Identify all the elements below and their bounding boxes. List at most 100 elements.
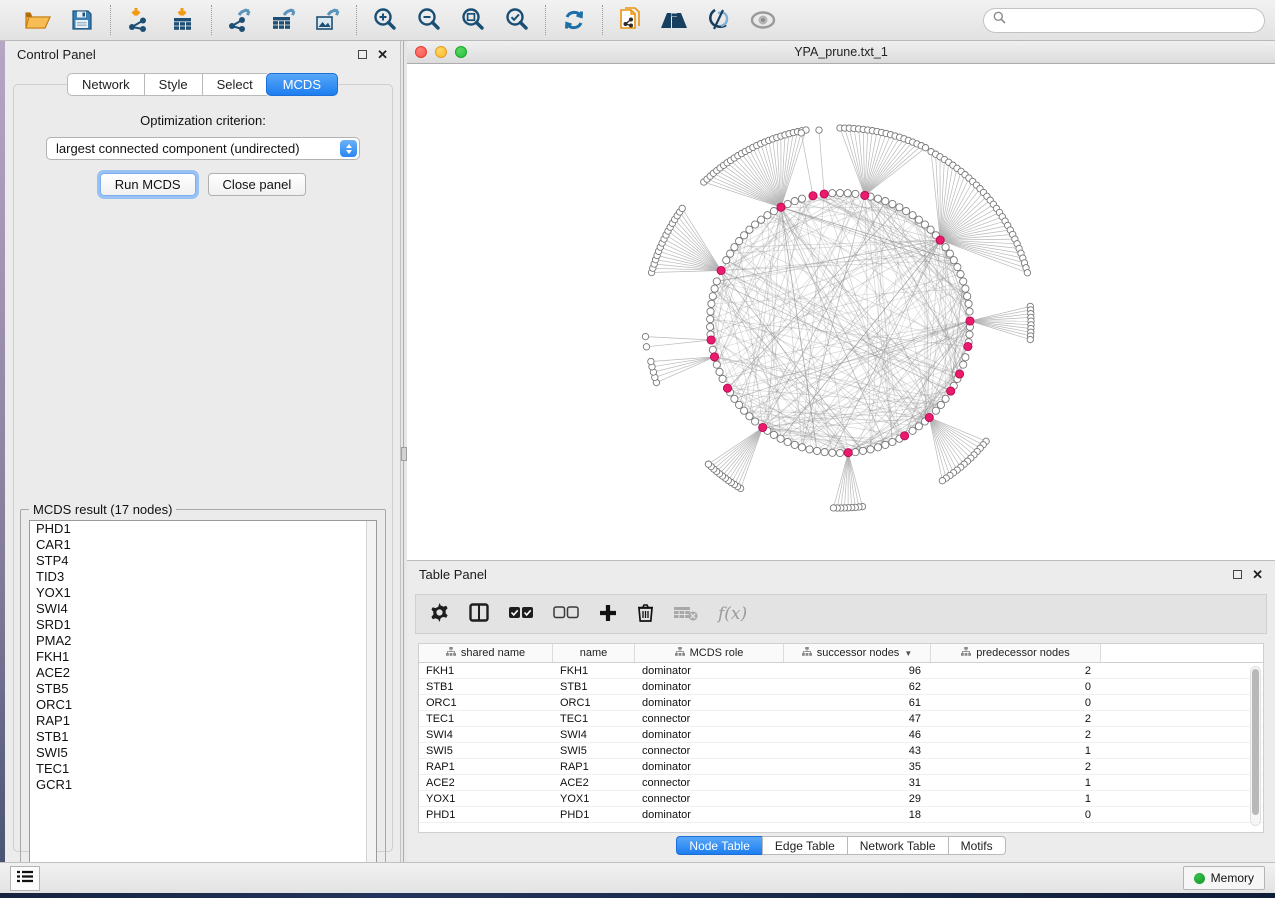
tab-network-table[interactable]: Network Table [847, 836, 948, 855]
network-node[interactable] [679, 205, 685, 211]
cell-name[interactable]: TEC1 [553, 711, 635, 726]
cell-mcds_role[interactable]: dominator [635, 679, 784, 694]
export-network-button[interactable] [224, 4, 256, 36]
cell-mcds_role[interactable]: connector [635, 743, 784, 758]
export-table-button[interactable] [268, 4, 300, 36]
mcds-result-item[interactable]: STB1 [30, 729, 376, 745]
zoom-fit-button[interactable] [457, 4, 489, 36]
cell-predecessor_nodes[interactable]: 2 [931, 663, 1101, 678]
cell-predecessor_nodes[interactable]: 1 [931, 791, 1101, 806]
cell-successor_nodes[interactable]: 96 [784, 663, 931, 678]
network-node[interactable] [889, 438, 896, 445]
mcds-result-item[interactable]: SWI4 [30, 601, 376, 617]
network-node[interactable] [1027, 336, 1033, 342]
network-node[interactable] [727, 250, 734, 257]
cell-predecessor_nodes[interactable]: 0 [931, 807, 1101, 822]
network-node[interactable] [882, 441, 889, 448]
network-node[interactable] [829, 190, 836, 197]
close-table-panel-icon[interactable]: ✕ [1252, 568, 1263, 581]
network-node[interactable] [962, 354, 969, 361]
function-builder-button[interactable]: f(x) [718, 602, 747, 626]
cell-shared_name[interactable]: TEC1 [419, 711, 553, 726]
cell-mcds_role[interactable]: dominator [635, 663, 784, 678]
hide-style-button[interactable] [703, 4, 735, 36]
network-node[interactable] [791, 441, 798, 448]
network-node[interactable] [852, 190, 859, 197]
mcds-hub-node[interactable] [966, 317, 974, 325]
mcds-hub-node[interactable] [809, 192, 817, 200]
deselect-all-rows-button[interactable] [553, 602, 579, 626]
mcds-result-item[interactable]: ACE2 [30, 665, 376, 681]
table-row[interactable]: SWI4SWI4dominator462 [419, 727, 1263, 743]
network-node[interactable] [707, 323, 714, 330]
network-node[interactable] [829, 449, 836, 456]
network-node[interactable] [932, 407, 939, 414]
cell-shared_name[interactable]: FKH1 [419, 663, 553, 678]
network-node[interactable] [642, 333, 648, 339]
mcds-hub-node[interactable] [717, 266, 725, 274]
zoom-out-button[interactable] [413, 4, 445, 36]
mcds-hub-node[interactable] [936, 236, 944, 244]
cell-successor_nodes[interactable]: 29 [784, 791, 931, 806]
network-node[interactable] [784, 438, 791, 445]
delete-column-button[interactable] [637, 602, 654, 626]
table-row[interactable]: FKH1FKH1dominator962 [419, 663, 1263, 679]
network-node[interactable] [966, 331, 973, 338]
network-node[interactable] [960, 361, 967, 368]
mcds-hub-node[interactable] [844, 449, 852, 457]
network-node[interactable] [770, 208, 777, 215]
network-node[interactable] [813, 447, 820, 454]
network-node[interactable] [960, 278, 967, 285]
float-table-panel-icon[interactable] [1233, 570, 1242, 579]
cell-name[interactable]: STB1 [553, 679, 635, 694]
mcds-hub-node[interactable] [925, 413, 933, 421]
create-column-button[interactable] [599, 602, 617, 626]
mcds-result-item[interactable]: TEC1 [30, 761, 376, 777]
network-node[interactable] [746, 413, 753, 420]
mcds-result-item[interactable]: FKH1 [30, 649, 376, 665]
select-all-rows-button[interactable] [509, 602, 533, 626]
network-node[interactable] [942, 395, 949, 402]
mcds-result-item[interactable]: STB5 [30, 681, 376, 697]
mcds-result-item[interactable]: SRD1 [30, 617, 376, 633]
column-header-predecessor-nodes[interactable]: predecessor nodes [931, 644, 1101, 662]
mcds-result-item[interactable]: TID3 [30, 569, 376, 585]
network-node[interactable] [954, 264, 961, 271]
cell-name[interactable]: RAP1 [553, 759, 635, 774]
cell-shared_name[interactable]: ACE2 [419, 775, 553, 790]
network-node[interactable] [798, 195, 805, 202]
mcds-result-item[interactable]: GCR1 [30, 777, 376, 793]
cell-successor_nodes[interactable]: 61 [784, 695, 931, 710]
mcds-result-item[interactable]: SWI5 [30, 745, 376, 761]
tab-mcds[interactable]: MCDS [266, 73, 338, 96]
network-node[interactable] [798, 130, 804, 136]
zoom-in-button[interactable] [369, 4, 401, 36]
cell-name[interactable]: SWI4 [553, 727, 635, 742]
cell-name[interactable]: YOX1 [553, 791, 635, 806]
delete-table-button[interactable] [674, 602, 698, 626]
network-node[interactable] [723, 257, 730, 264]
network-node[interactable] [705, 461, 711, 467]
network-node[interactable] [716, 368, 723, 375]
table-row[interactable]: ORC1ORC1dominator610 [419, 695, 1263, 711]
mcds-result-item[interactable]: CAR1 [30, 537, 376, 553]
network-node[interactable] [903, 208, 910, 215]
close-panel-icon[interactable]: ✕ [377, 48, 388, 61]
network-node[interactable] [709, 346, 716, 353]
column-header-successor-nodes[interactable]: successor nodes▼ [784, 644, 931, 662]
network-node[interactable] [708, 300, 715, 307]
cell-name[interactable]: PHD1 [553, 807, 635, 822]
tab-node-table[interactable]: Node Table [676, 836, 762, 855]
network-node[interactable] [816, 127, 822, 133]
tab-edge-table[interactable]: Edge Table [762, 836, 847, 855]
memory-button[interactable]: Memory [1183, 866, 1265, 890]
cell-successor_nodes[interactable]: 62 [784, 679, 931, 694]
network-node[interactable] [736, 238, 743, 245]
network-node[interactable] [777, 435, 784, 442]
cell-predecessor_nodes[interactable]: 1 [931, 775, 1101, 790]
network-node[interactable] [1024, 270, 1030, 276]
table-row[interactable]: STB1STB1dominator620 [419, 679, 1263, 695]
mcds-hub-node[interactable] [820, 190, 828, 198]
network-node[interactable] [962, 285, 969, 292]
cell-shared_name[interactable]: STB1 [419, 679, 553, 694]
